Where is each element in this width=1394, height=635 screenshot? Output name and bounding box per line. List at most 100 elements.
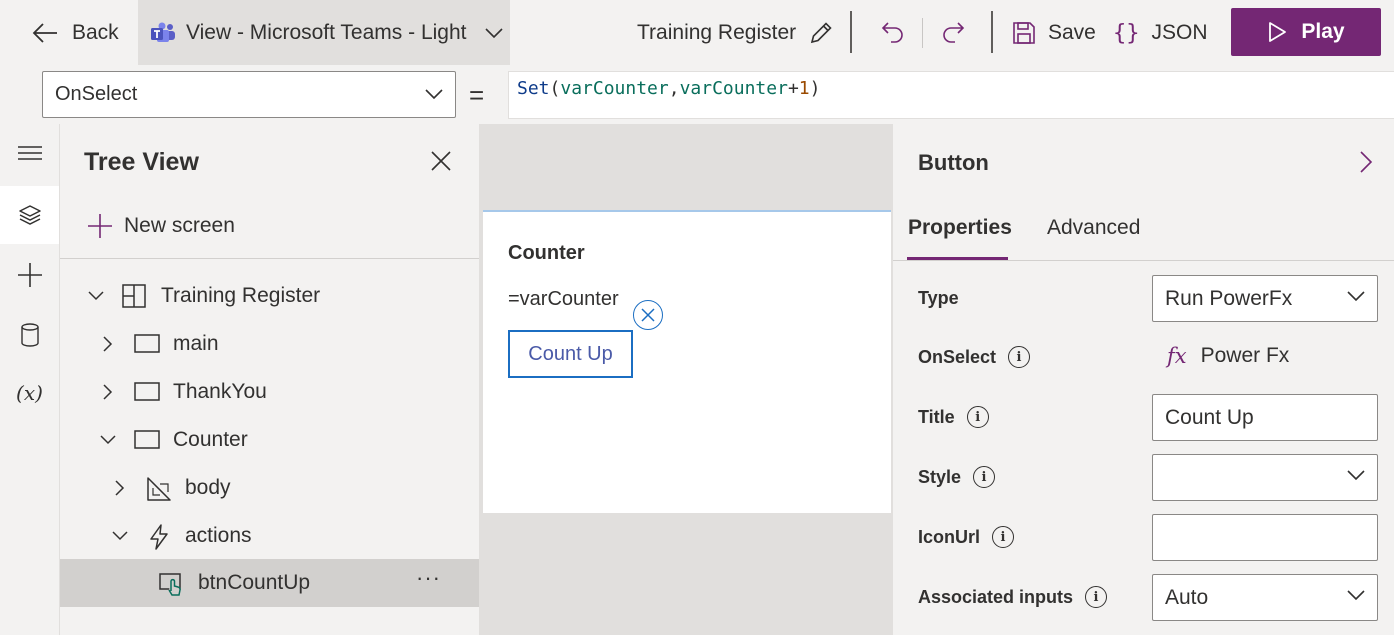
formula-input[interactable]: Set(varCounter,varCounter+1) (508, 71, 1394, 119)
close-tree-button[interactable] (430, 150, 452, 172)
type-label: Type (918, 288, 959, 309)
chevron-down-icon (110, 526, 130, 546)
save-icon (1012, 21, 1036, 45)
fx-icon: fx (1167, 344, 1187, 368)
insert-rail-button[interactable] (0, 246, 59, 304)
formula-token: ) (809, 78, 821, 99)
plus-icon (88, 214, 112, 238)
adaptive-card-preview[interactable]: Counter =varCounter Count Up (483, 210, 891, 513)
type-value: Run PowerFx (1165, 286, 1293, 310)
tree-item-label: ThankYou (173, 380, 267, 403)
tree-view-rail-button[interactable] (0, 186, 59, 244)
hamburger-icon (17, 145, 42, 161)
onselect-label: OnSelect i (918, 346, 1031, 368)
save-label: Save (1048, 21, 1096, 44)
design-canvas: Counter =varCounter Count Up (479, 124, 893, 635)
title-label: Title i (918, 406, 989, 428)
card-text-block[interactable]: =varCounter (508, 288, 619, 311)
tree-item-thankyou[interactable]: ThankYou (60, 368, 479, 416)
tab-properties[interactable]: Properties (908, 216, 1012, 240)
variables-icon: (x) (16, 381, 43, 405)
power-fx-label: Power Fx (1200, 344, 1290, 367)
json-label: JSON (1151, 21, 1208, 44)
redo-button[interactable] (940, 0, 966, 66)
rename-button[interactable] (808, 0, 834, 66)
play-icon (1267, 21, 1287, 43)
database-icon (20, 323, 40, 347)
chevron-down-icon (86, 286, 106, 306)
json-button[interactable]: {} JSON (1113, 0, 1208, 66)
close-icon (430, 150, 452, 172)
onselect-label-text: OnSelect (918, 346, 997, 367)
button-control-icon (159, 571, 185, 597)
chevron-down-icon (1347, 290, 1365, 302)
variables-rail-button[interactable]: (x) (0, 364, 59, 422)
toolbar-divider (850, 11, 852, 53)
undo-button[interactable] (880, 0, 906, 66)
associated-inputs-label: Associated inputs i (918, 586, 1108, 608)
tree-divider (60, 258, 479, 259)
info-icon[interactable]: i (1085, 586, 1108, 608)
app-layout-icon (122, 284, 146, 308)
left-rail: (x) (0, 124, 60, 635)
back-button[interactable]: Back (32, 0, 119, 66)
type-label-text: Type (918, 288, 959, 308)
card-heading: Counter (508, 242, 585, 264)
plus-icon (17, 262, 43, 288)
formula-token: varCounter (679, 78, 788, 99)
view-theme-dropdown[interactable]: View - Microsoft Teams - Light (138, 0, 510, 65)
info-icon[interactable]: i (992, 526, 1015, 548)
tree-item-body[interactable]: body (60, 464, 479, 512)
tree-item-label: Training Register (161, 284, 321, 307)
braces-icon: {} (1113, 20, 1140, 46)
tree-item-label: body (185, 476, 231, 499)
type-dropdown[interactable]: Run PowerFx (1152, 275, 1378, 322)
teams-icon (150, 22, 176, 44)
save-button[interactable]: Save (1012, 0, 1096, 66)
body-container-icon (146, 476, 172, 502)
delete-element-button[interactable] (633, 300, 663, 330)
tree-item-counter[interactable]: Counter (60, 416, 479, 464)
more-options-button[interactable]: ··· (416, 565, 441, 591)
tree-item-training-register[interactable]: Training Register (60, 272, 479, 320)
top-toolbar: Back View - Microsoft Teams - Light Trai… (0, 0, 1394, 66)
card-name: Training Register (637, 0, 796, 66)
layers-icon (18, 203, 42, 227)
associated-inputs-value: Auto (1165, 585, 1209, 609)
tree-item-label: main (173, 332, 219, 355)
play-button[interactable]: Play (1231, 8, 1381, 56)
tree-view-title: Tree View (84, 148, 199, 176)
pencil-icon (808, 20, 834, 46)
info-icon[interactable]: i (966, 406, 989, 428)
power-fx-link[interactable]: fx Power Fx (1167, 344, 1289, 368)
new-screen-button[interactable]: New screen (88, 214, 235, 238)
card-title-label: Training Register (637, 21, 797, 44)
tab-advanced[interactable]: Advanced (1047, 216, 1140, 240)
formula-token: + (787, 78, 799, 99)
tree-item-btncountup[interactable]: btnCountUp ··· (60, 559, 479, 607)
hamburger-menu-button[interactable] (0, 124, 59, 182)
toolbar-divider-light (922, 18, 923, 48)
equals-sign: = (469, 80, 485, 110)
tree-item-actions[interactable]: actions (60, 512, 479, 560)
info-icon[interactable]: i (1008, 346, 1031, 368)
property-value: OnSelect (55, 83, 138, 105)
style-label-text: Style (918, 466, 962, 487)
data-rail-button[interactable] (0, 306, 59, 364)
style-dropdown[interactable] (1152, 454, 1378, 501)
chevron-right-icon (1359, 150, 1373, 174)
associated-inputs-dropdown[interactable]: Auto (1152, 574, 1378, 621)
title-input[interactable]: Count Up (1152, 394, 1378, 441)
screen-icon (134, 430, 160, 450)
chevron-down-icon (484, 27, 503, 39)
title-label-text: Title (918, 406, 955, 427)
chevron-down-icon (98, 430, 118, 450)
style-label: Style i (918, 466, 996, 488)
property-dropdown[interactable]: OnSelect (42, 71, 456, 118)
count-up-button[interactable]: Count Up (508, 330, 633, 378)
tree-item-main[interactable]: main (60, 320, 479, 368)
info-icon[interactable]: i (973, 466, 996, 488)
chevron-right-icon (98, 382, 118, 402)
iconurl-input[interactable] (1152, 514, 1378, 561)
collapse-panel-button[interactable] (1359, 150, 1373, 174)
